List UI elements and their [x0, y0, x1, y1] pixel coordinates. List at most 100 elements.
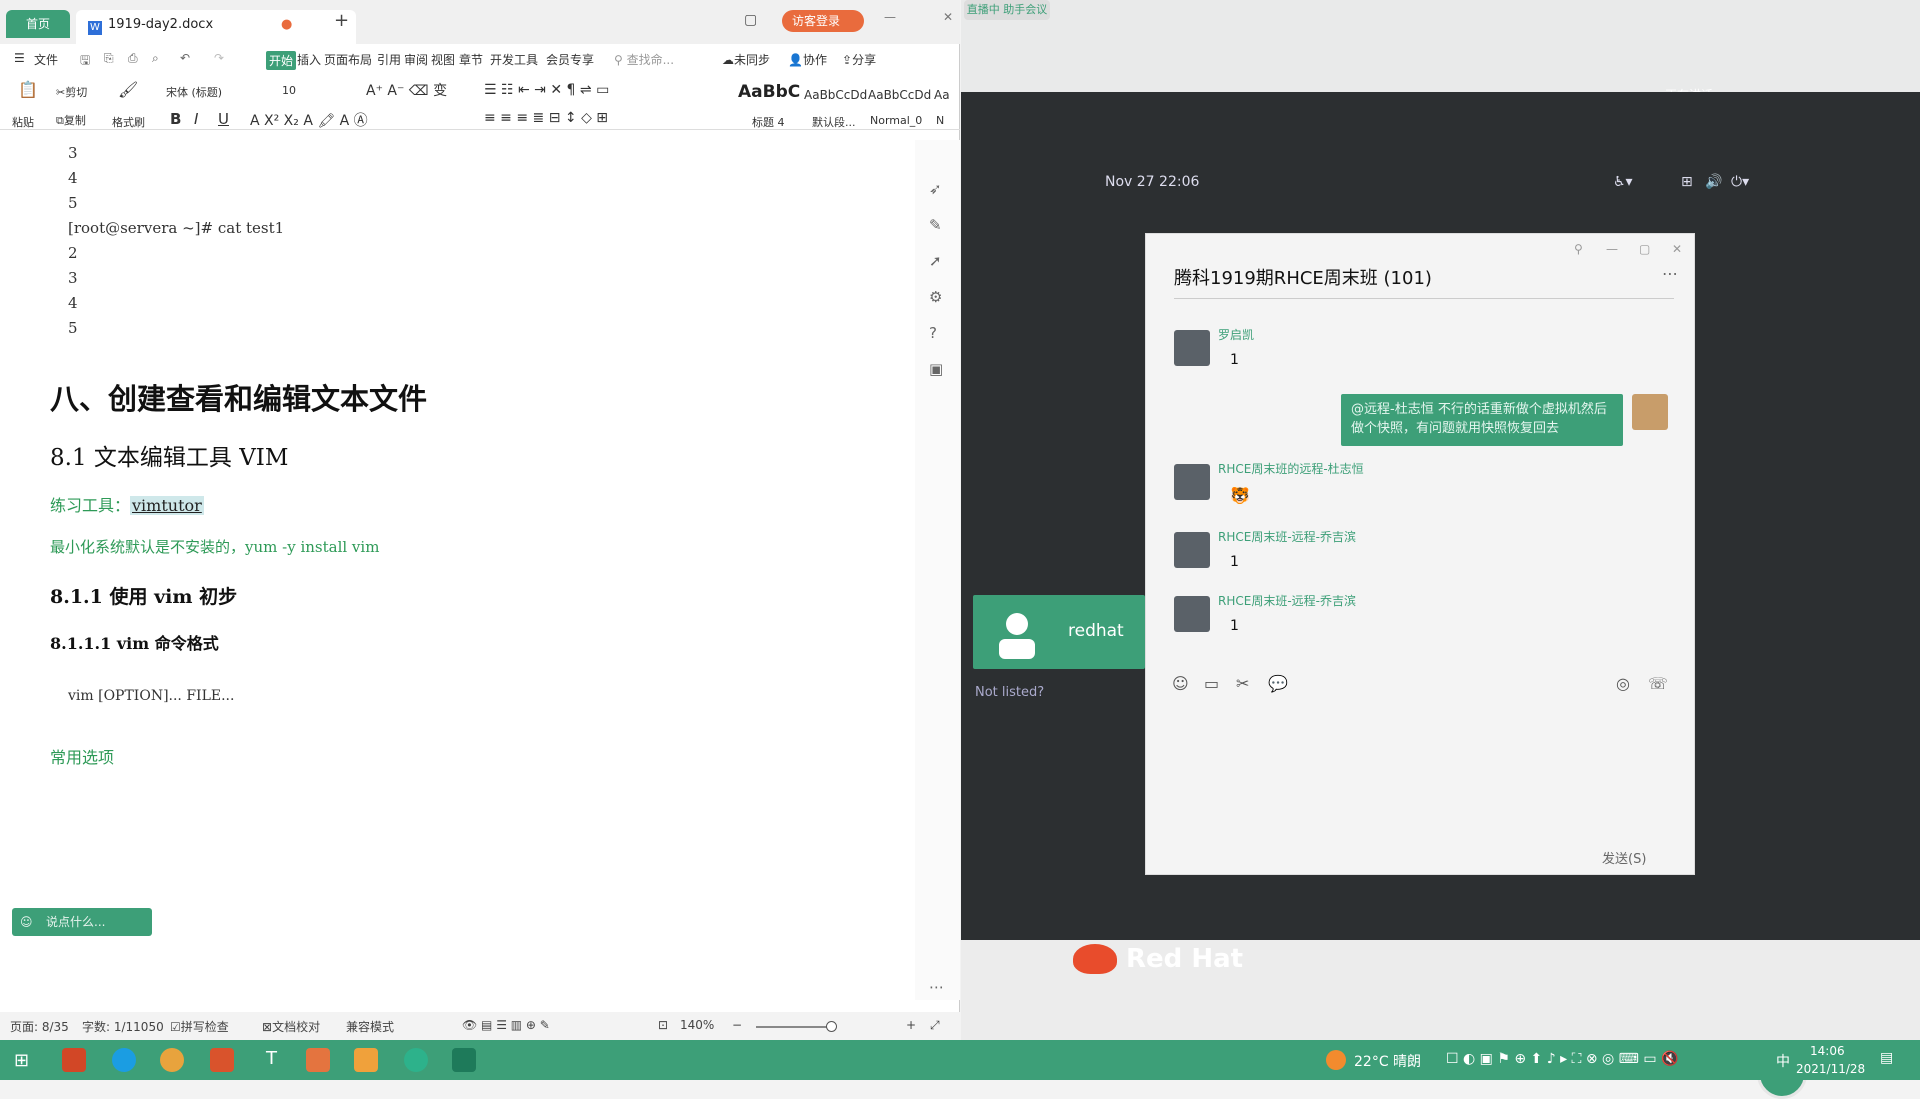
underline-button[interactable]: U: [218, 110, 229, 128]
taskbar-time[interactable]: 14:06: [1810, 1044, 1845, 1058]
paste-icon[interactable]: 📋: [18, 80, 38, 99]
zoom-out-button[interactable]: −: [732, 1018, 742, 1032]
more-icon[interactable]: ⋯: [929, 978, 945, 996]
rocket-icon[interactable]: ➶: [929, 180, 945, 198]
undo-icon[interactable]: ↶: [180, 51, 190, 65]
avatar[interactable]: [1174, 532, 1210, 568]
sublime-icon[interactable]: [62, 1048, 86, 1072]
menu-view[interactable]: 视图: [431, 51, 455, 68]
redo-icon[interactable]: ↷: [214, 51, 224, 65]
menu-member[interactable]: 会员专享: [546, 51, 594, 68]
my-avatar[interactable]: [1632, 394, 1668, 430]
ime-indicator[interactable]: 中: [1776, 1051, 1790, 1071]
copy-button[interactable]: ⧉复制: [56, 112, 86, 128]
menu-review[interactable]: 审阅: [404, 51, 428, 68]
new-tab-button[interactable]: +: [334, 10, 349, 31]
message-input[interactable]: [1172, 704, 1672, 824]
scissors-icon[interactable]: ✂: [1236, 674, 1249, 693]
zoom-fit-icon[interactable]: ⊡: [658, 1018, 668, 1032]
menu-page-layout[interactable]: 页面布局: [324, 51, 372, 68]
export-icon[interactable]: ⎘: [104, 51, 114, 66]
format-painter-icon[interactable]: 🖌: [118, 80, 138, 99]
phone-icon[interactable]: ☏: [1648, 674, 1668, 693]
vmware-icon[interactable]: [354, 1048, 378, 1072]
zoom-in-button[interactable]: +: [906, 1018, 916, 1032]
sync-status[interactable]: ☁未同步: [722, 51, 770, 68]
help-icon[interactable]: ?: [929, 324, 945, 342]
style-default-preview[interactable]: AaBbCcDd: [804, 88, 867, 102]
print-icon[interactable]: ⎙: [128, 51, 138, 66]
emoji-icon[interactable]: ☺: [1172, 674, 1189, 693]
not-listed-link[interactable]: Not listed?: [975, 685, 1044, 700]
zoom-slider[interactable]: [756, 1026, 836, 1028]
font-size-select[interactable]: 10: [282, 84, 296, 97]
paste-label[interactable]: 粘贴: [12, 114, 34, 130]
remote-icon[interactable]: [452, 1048, 476, 1072]
taskbar-date[interactable]: 2021/11/28: [1796, 1062, 1865, 1076]
list-icons[interactable]: ☰ ☷ ⇤ ⇥ ✕ ¶ ⇌ ▭: [484, 82, 609, 98]
accessibility-icon[interactable]: ♿▾: [1613, 174, 1633, 190]
menu-home[interactable]: 开始: [266, 51, 297, 70]
windows-start-icon[interactable]: ⊞: [14, 1050, 29, 1071]
close-icon[interactable]: ✕: [1672, 242, 1682, 256]
italic-button[interactable]: I: [194, 110, 198, 128]
weather-text[interactable]: 22°C 晴朗: [1354, 1051, 1421, 1071]
spell-check[interactable]: ☑拼写检查: [170, 1018, 229, 1035]
style-heading4-preview[interactable]: AaBbC: [738, 82, 800, 102]
document-page[interactable]: 3 4 5 [root@servera ~]# cat test1 2 3 4 …: [0, 140, 910, 1000]
menu-icon[interactable]: ☰: [14, 51, 25, 65]
pen-icon[interactable]: ✎: [929, 216, 945, 234]
wps-icon[interactable]: [210, 1048, 234, 1072]
cut-button[interactable]: ✂剪切: [56, 84, 87, 100]
grow-font-icon[interactable]: A⁺ A⁻ ⌫ 变: [366, 80, 447, 100]
word-count[interactable]: 字数: 1/11050: [82, 1018, 164, 1035]
menu-references[interactable]: 引用: [377, 51, 401, 68]
camera-icon[interactable]: ◎: [1616, 674, 1630, 693]
avatar[interactable]: [1174, 330, 1210, 366]
tray-icons[interactable]: ☐ ◐ ▣ ⚑ ⊕ ⬆ ♪ ▸ ⛶ ⊗ ◎ ⌨ ▭ 🔇: [1446, 1051, 1678, 1067]
edge-icon[interactable]: [112, 1048, 136, 1072]
minimize-icon[interactable]: —: [1606, 242, 1618, 256]
search-command[interactable]: ⚲ 查找命...: [614, 51, 674, 68]
zoom-level[interactable]: 140%: [680, 1018, 714, 1032]
power-icon[interactable]: ⏻▾: [1731, 174, 1749, 190]
tab-home[interactable]: 首页: [6, 10, 70, 38]
align-icons[interactable]: ≡ ≡ ≡ ≣ ⊟ ↕ ◇ ⊞: [484, 110, 608, 126]
font-format-icons[interactable]: A X² X₂ A 🖍 A Ⓐ: [250, 110, 368, 130]
font-name-select[interactable]: 宋体 (标题): [166, 84, 222, 100]
close-icon[interactable]: ✕: [943, 10, 953, 24]
share-button[interactable]: ⇪分享: [842, 51, 876, 68]
maximize-icon[interactable]: ▢: [1639, 242, 1650, 256]
network-icon[interactable]: ⊞: [1681, 174, 1693, 190]
format-painter-label[interactable]: 格式刷: [112, 114, 145, 130]
chrome-icon[interactable]: [160, 1048, 184, 1072]
speech-input-bar[interactable]: ☺ 说点什么...: [12, 908, 152, 936]
settings-slider-icon[interactable]: ⚙: [929, 288, 945, 306]
doc-proof[interactable]: ⊠文档校对: [262, 1018, 320, 1035]
avatar[interactable]: [1174, 464, 1210, 500]
menu-dev-tools[interactable]: 开发工具: [490, 51, 538, 68]
preview-icon[interactable]: ⌕: [152, 51, 159, 66]
more-options-icon[interactable]: ⋯: [1662, 264, 1678, 283]
tab-document[interactable]: W 1919-day2.docx ●: [76, 10, 356, 44]
image-icon[interactable]: ▣: [929, 360, 945, 378]
save-icon[interactable]: 🖫: [80, 51, 90, 72]
menu-insert[interactable]: 插入: [297, 51, 321, 68]
collab-button[interactable]: 👤协作: [788, 51, 827, 68]
folder-icon[interactable]: ▭: [1204, 674, 1219, 693]
meeting-icon[interactable]: [404, 1048, 428, 1072]
chat-icon[interactable]: 💬: [1268, 674, 1288, 693]
user-login-card[interactable]: redhat: [973, 595, 1145, 669]
pin-icon[interactable]: ⚲: [1574, 242, 1583, 256]
volume-icon[interactable]: 🔊: [1705, 174, 1722, 190]
send-button[interactable]: 发送(S): [1602, 848, 1646, 867]
cursor-icon[interactable]: ➚: [929, 252, 945, 270]
style-n-preview[interactable]: Aa: [934, 88, 950, 102]
layout-icon[interactable]: ▢: [744, 12, 757, 28]
typora-icon[interactable]: T: [266, 1048, 277, 1069]
notification-icon[interactable]: ▤: [1880, 1050, 1893, 1066]
fullscreen-icon[interactable]: ⤢: [930, 1018, 940, 1033]
style-normal-preview[interactable]: AaBbCcDd: [868, 88, 931, 102]
vimtutor-link[interactable]: vimtutor: [130, 496, 204, 515]
bold-button[interactable]: B: [170, 110, 181, 128]
